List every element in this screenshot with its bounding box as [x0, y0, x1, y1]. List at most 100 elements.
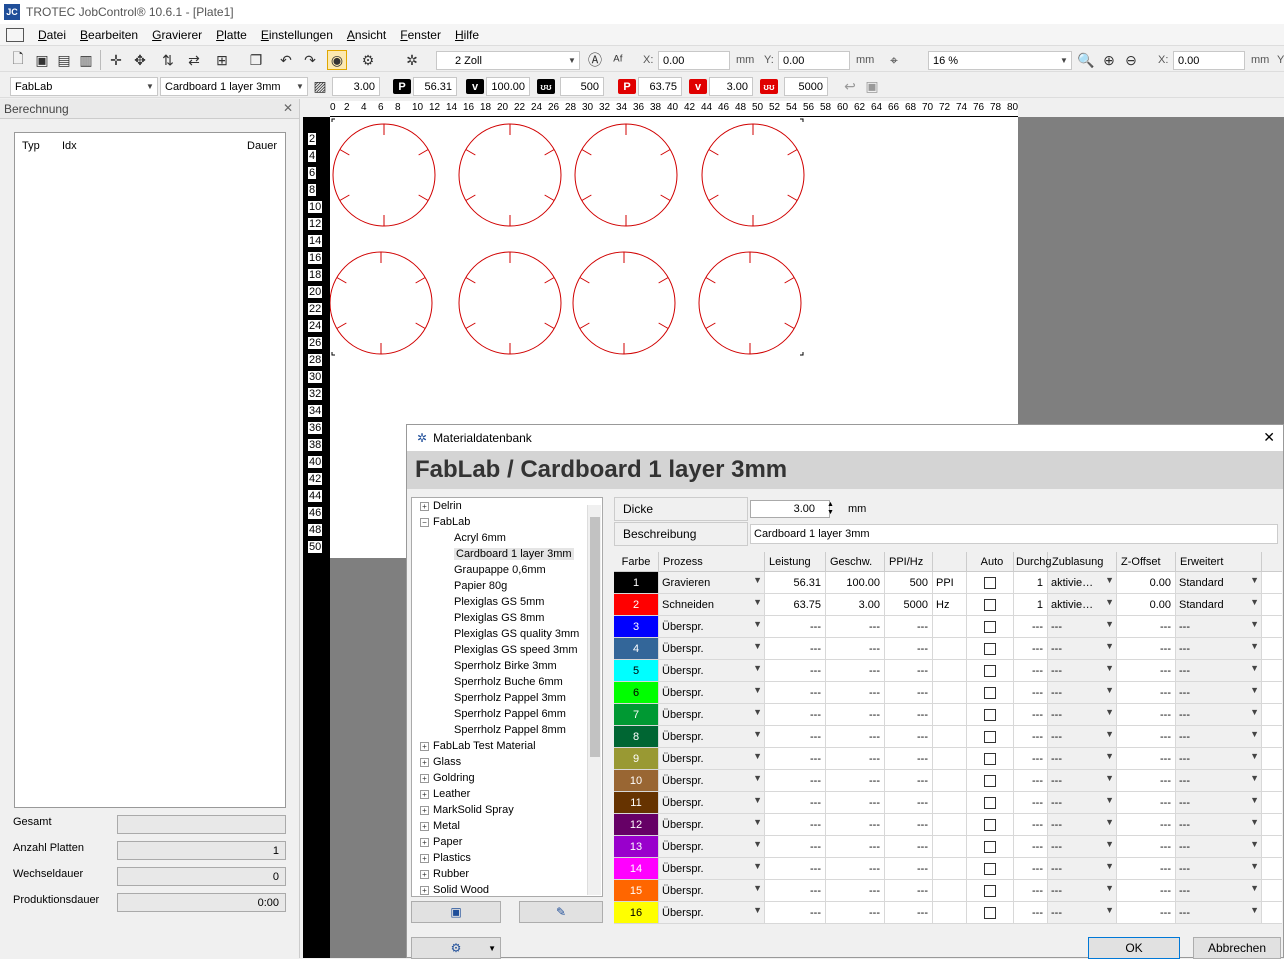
- passes-cell[interactable]: ---: [1014, 726, 1048, 747]
- z-offset-cell[interactable]: ---: [1117, 814, 1176, 835]
- z-offset-cell[interactable]: ---: [1117, 858, 1176, 879]
- air-assist-select[interactable]: --- ▼: [1048, 792, 1117, 813]
- tree-item[interactable]: Sperrholz Pappel 3mm: [412, 690, 602, 706]
- z-offset-cell[interactable]: ---: [1117, 880, 1176, 901]
- power-cell[interactable]: ---: [765, 748, 826, 769]
- position-icon[interactable]: ⌖: [884, 50, 904, 70]
- cut-circle[interactable]: [332, 123, 436, 227]
- power-cell[interactable]: 56.31: [765, 572, 826, 593]
- auto-checkbox[interactable]: [984, 708, 996, 721]
- tree-item[interactable]: + Paper: [412, 834, 602, 850]
- tree-item[interactable]: Sperrholz Buche 6mm: [412, 674, 602, 690]
- speed-cell[interactable]: ---: [826, 726, 885, 747]
- power-cell[interactable]: ---: [765, 792, 826, 813]
- af-icon[interactable]: ᴬᶠ: [608, 50, 628, 70]
- tree-item[interactable]: Graupappe 0,6mm: [412, 562, 602, 578]
- z-offset-cell[interactable]: ---: [1117, 704, 1176, 725]
- material-group-select[interactable]: FabLab ▼: [10, 77, 158, 96]
- passes-cell[interactable]: ---: [1014, 748, 1048, 769]
- tree-item[interactable]: − FabLab: [412, 514, 602, 530]
- advanced-select[interactable]: --- ▼: [1176, 792, 1262, 813]
- power-cell[interactable]: ---: [765, 770, 826, 791]
- ppi-cell[interactable]: 500: [885, 572, 933, 593]
- process-select[interactable]: Gravieren ▼: [659, 572, 765, 593]
- speed-cell[interactable]: ---: [826, 836, 885, 857]
- col-zublasung[interactable]: Zublasung: [1048, 552, 1117, 571]
- speed-cell[interactable]: 3.00: [826, 594, 885, 615]
- tree-item[interactable]: Plexiglas GS speed 3mm: [412, 642, 602, 658]
- speed-cell[interactable]: ---: [826, 880, 885, 901]
- ppi-cell[interactable]: ---: [885, 660, 933, 681]
- auto-checkbox[interactable]: [984, 730, 996, 743]
- stepper-icon[interactable]: ▲ ▼: [827, 501, 834, 517]
- advanced-select[interactable]: --- ▼: [1176, 616, 1262, 637]
- col-geschw[interactable]: Geschw.: [826, 552, 885, 571]
- edit-material-button[interactable]: ✎: [519, 901, 603, 923]
- passes-cell[interactable]: ---: [1014, 902, 1048, 923]
- air-assist-select[interactable]: --- ▼: [1048, 748, 1117, 769]
- collapse-icon[interactable]: −: [420, 517, 429, 527]
- expand-icon[interactable]: +: [420, 869, 429, 879]
- auto-checkbox[interactable]: [984, 796, 996, 809]
- table-row[interactable]: 1 Gravieren ▼ 56.31 100.00 500 PPI 1 aktivie… ▼ 0.…: [614, 572, 1282, 594]
- settings-button[interactable]: ⚙ ▼: [411, 937, 501, 959]
- zoom-step-select[interactable]: 2 Zoll ▼: [436, 51, 580, 70]
- close-icon[interactable]: ✕: [1263, 429, 1275, 446]
- power-cell[interactable]: ---: [765, 726, 826, 747]
- passes-cell[interactable]: ---: [1014, 616, 1048, 637]
- power-cell[interactable]: ---: [765, 616, 826, 637]
- air-assist-select[interactable]: aktivie… ▼: [1048, 594, 1117, 615]
- passes-cell[interactable]: ---: [1014, 836, 1048, 857]
- expand-icon[interactable]: +: [420, 789, 429, 799]
- air-assist-select[interactable]: --- ▼: [1048, 902, 1117, 923]
- passes-cell[interactable]: 1: [1014, 572, 1048, 593]
- tree-item[interactable]: + Delrin: [412, 498, 602, 514]
- table-row[interactable]: 2 Schneiden ▼ 63.75 3.00 5000 Hz 1 aktivie… ▼ 0.00…: [614, 594, 1282, 616]
- process-select[interactable]: Überspr. ▼: [659, 704, 765, 725]
- auto-checkbox[interactable]: [984, 642, 996, 655]
- ppi-cell[interactable]: ---: [885, 616, 933, 637]
- advanced-select[interactable]: --- ▼: [1176, 902, 1262, 923]
- col-typ[interactable]: Typ: [22, 140, 40, 152]
- passes-cell[interactable]: ---: [1014, 770, 1048, 791]
- table-row[interactable]: 12 Überspr. ▼ --- --- --- --- --- ▼ --- --- ▼: [614, 814, 1282, 836]
- z-offset-cell[interactable]: ---: [1117, 748, 1176, 769]
- cut-circle[interactable]: [458, 251, 562, 355]
- ppi-field[interactable]: 500: [560, 77, 604, 96]
- process-select[interactable]: Überspr. ▼: [659, 858, 765, 879]
- expand-icon[interactable]: +: [420, 757, 429, 767]
- auto-checkbox[interactable]: [984, 620, 996, 633]
- auto-checkbox[interactable]: [984, 686, 996, 699]
- power-cell[interactable]: ---: [765, 836, 826, 857]
- process-select[interactable]: Überspr. ▼: [659, 792, 765, 813]
- power-cut-field[interactable]: 63.75: [638, 77, 682, 96]
- print-icon[interactable]: ▥: [76, 50, 96, 70]
- air-assist-select[interactable]: --- ▼: [1048, 726, 1117, 747]
- advanced-select[interactable]: --- ▼: [1176, 858, 1262, 879]
- speed-cell[interactable]: ---: [826, 660, 885, 681]
- new-material-button[interactable]: ▣: [411, 901, 501, 923]
- cut-circle[interactable]: [572, 251, 676, 355]
- speed-cell[interactable]: 100.00: [826, 572, 885, 593]
- ppi-cell[interactable]: ---: [885, 638, 933, 659]
- ok-button[interactable]: OK: [1088, 937, 1180, 959]
- advanced-select[interactable]: --- ▼: [1176, 726, 1262, 747]
- process-select[interactable]: Überspr. ▼: [659, 748, 765, 769]
- z-offset-cell[interactable]: ---: [1117, 792, 1176, 813]
- tree-item[interactable]: + Rubber: [412, 866, 602, 882]
- auto-checkbox[interactable]: [984, 576, 996, 589]
- passes-cell[interactable]: ---: [1014, 814, 1048, 835]
- crosshair-icon[interactable]: ✛: [106, 50, 126, 70]
- z-offset-cell[interactable]: ---: [1117, 902, 1176, 923]
- table-row[interactable]: 5 Überspr. ▼ --- --- --- --- --- ▼ --- --- ▼: [614, 660, 1282, 682]
- cut-circle[interactable]: [701, 123, 805, 227]
- speed-cell[interactable]: ---: [826, 704, 885, 725]
- autofocus-icon[interactable]: Ⓐ: [585, 50, 605, 70]
- passes-cell[interactable]: ---: [1014, 682, 1048, 703]
- z-offset-cell[interactable]: ---: [1117, 638, 1176, 659]
- ppi-cell[interactable]: 5000: [885, 594, 933, 615]
- process-select[interactable]: Überspr. ▼: [659, 660, 765, 681]
- process-select[interactable]: Schneiden ▼: [659, 594, 765, 615]
- col-farbe[interactable]: Farbe: [614, 552, 659, 571]
- speed-cell[interactable]: ---: [826, 858, 885, 879]
